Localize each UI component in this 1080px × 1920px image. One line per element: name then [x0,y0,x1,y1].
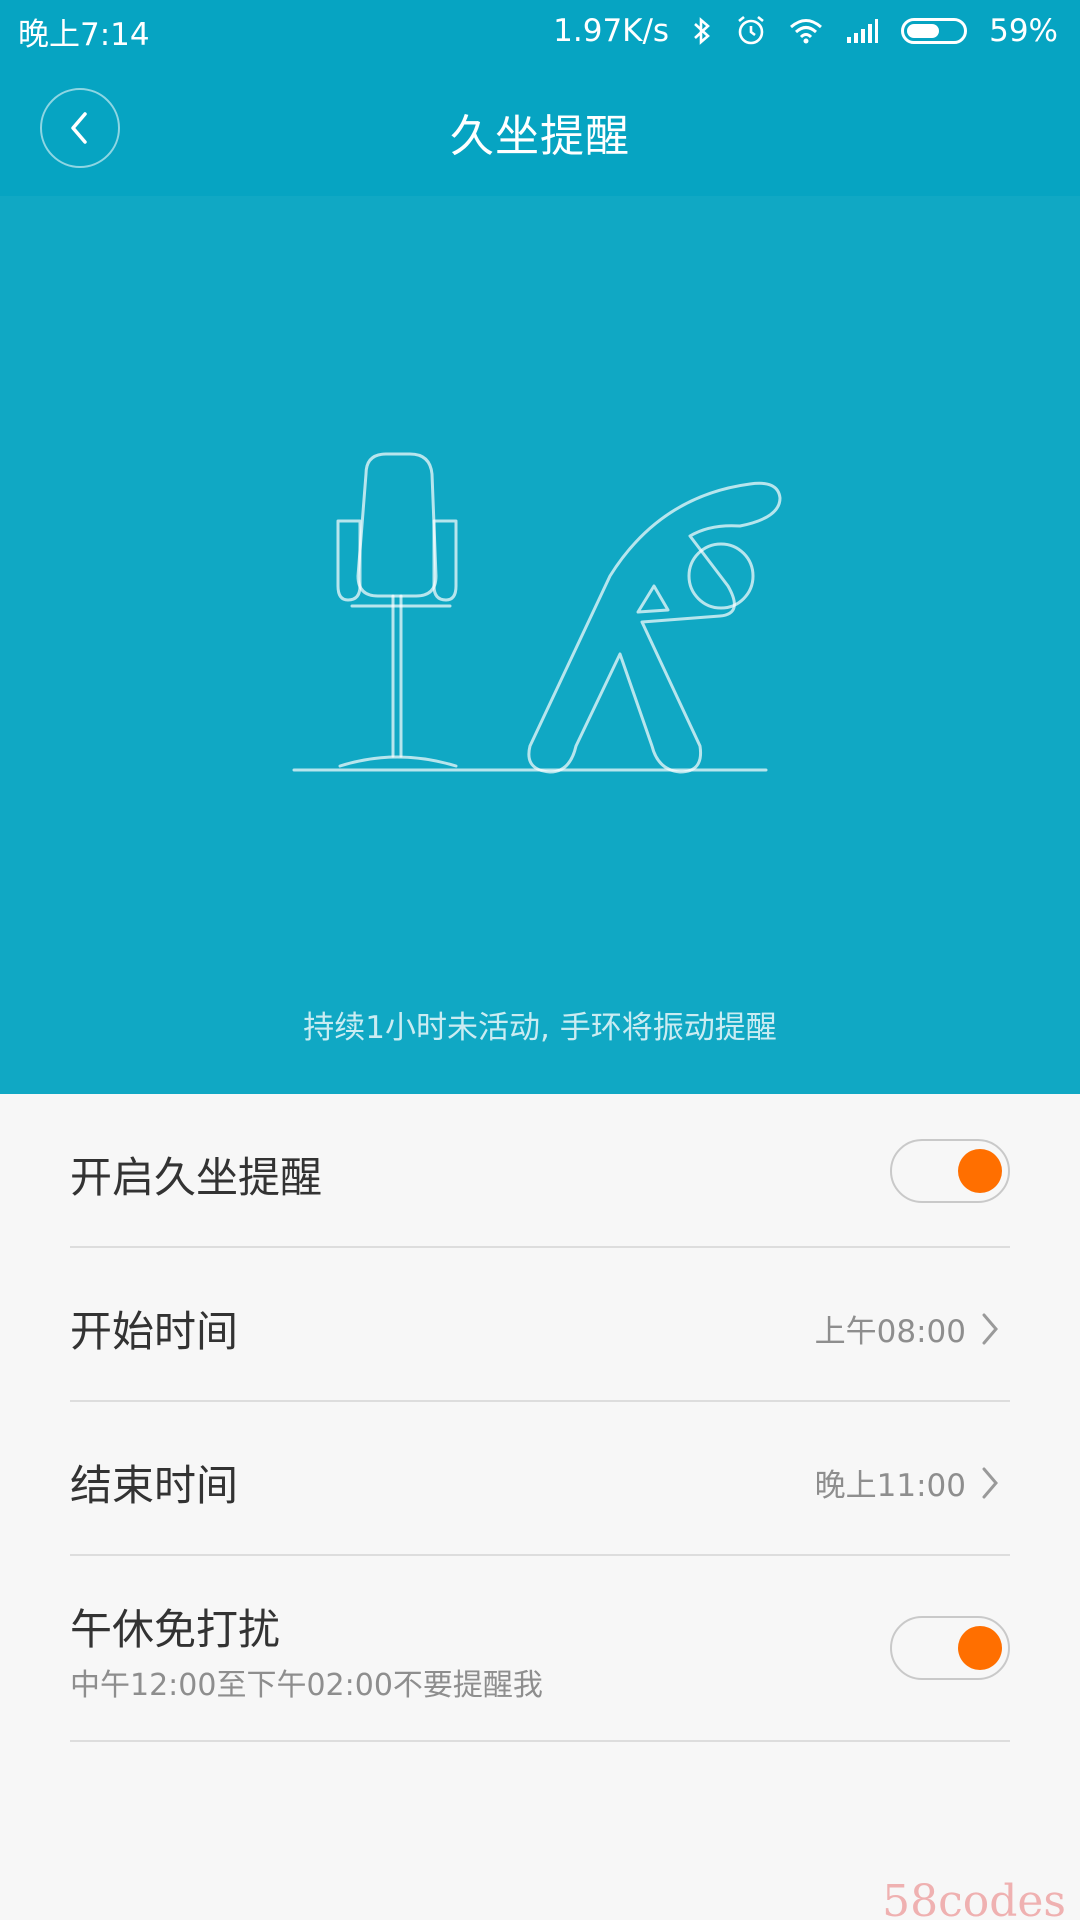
start-time-value-group: 上午08:00 [815,1306,1000,1351]
battery-level: 59% [989,13,1058,49]
alarm-icon [735,15,767,47]
sedentary-illustration [292,452,782,774]
status-time: 晚上7:14 [18,16,150,53]
setting-label-end-time: 结束时间 [70,1461,239,1510]
status-bar: 晚上7:14 1.97K/s 59% [0,0,1080,62]
bluetooth-icon [691,16,713,46]
setting-row-start-time[interactable]: 开始时间 上午08:00 [70,1248,1010,1402]
setting-row-nap[interactable]: 午休免打扰 中午12:00至下午02:00不要提醒我 [70,1556,1010,1742]
watermark: 58codes [882,1876,1066,1920]
setting-row-enable[interactable]: 开启久坐提醒 [70,1094,1010,1248]
setting-description-nap: 中午12:00至下午02:00不要提醒我 [70,1668,543,1703]
setting-label-start-time: 开始时间 [70,1307,239,1356]
end-time-value: 晚上11:00 [814,1468,966,1504]
wifi-icon [789,17,823,45]
app-header: 久坐提醒 [0,62,1080,196]
setting-label-nap: 午休免打扰 [70,1605,281,1654]
page-title: 久坐提醒 [450,111,630,162]
status-indicators: 1.97K/s 59% [553,13,1058,49]
hero-caption: 持续1小时未活动, 手环将振动提醒 [303,1010,777,1046]
chevron-right-icon [982,1467,998,1498]
toggle-knob [958,1626,1002,1670]
signal-icon [845,17,879,45]
battery-icon [901,18,968,44]
setting-label-enable: 开启久坐提醒 [70,1153,323,1202]
end-time-value-group: 晚上11:00 [815,1460,1000,1505]
nap-toggle[interactable] [890,1616,1010,1680]
toggle-knob [958,1149,1002,1193]
network-speed: 1.97K/s [553,13,670,49]
enable-toggle[interactable] [890,1139,1010,1203]
hero-banner: 持续1小时未活动, 手环将振动提醒 [0,196,1080,1094]
chevron-right-icon [982,1313,998,1344]
setting-row-end-time[interactable]: 结束时间 晚上11:00 [70,1402,1010,1556]
start-time-value: 上午08:00 [814,1314,966,1350]
